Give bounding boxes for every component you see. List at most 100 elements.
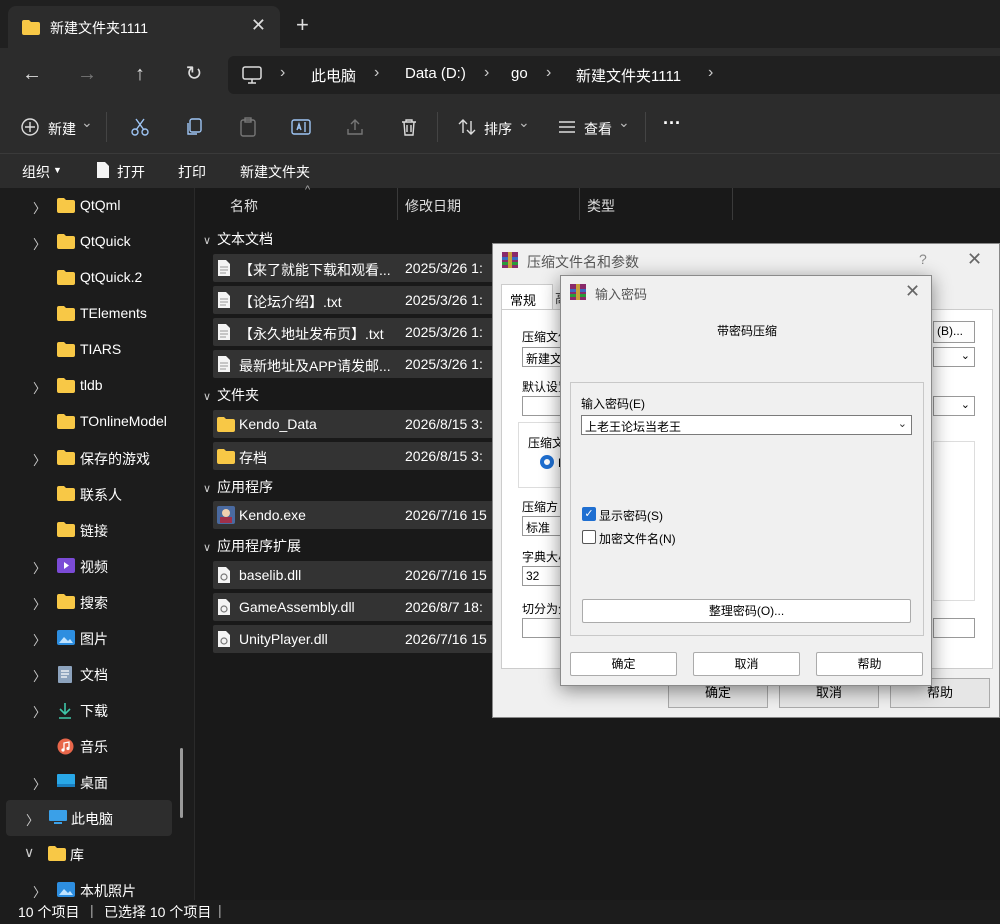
file-row[interactable]: 存档 2026/8/15 3: bbox=[213, 442, 503, 470]
file-row[interactable]: Kendo.exe 2026/7/16 15 bbox=[213, 501, 503, 529]
radio-rar[interactable] bbox=[540, 455, 554, 469]
ok-button[interactable]: 确定 bbox=[570, 652, 677, 676]
group-header[interactable]: ∨ 应用程序 bbox=[203, 477, 273, 497]
more-options-button[interactable]: ··· bbox=[663, 113, 681, 134]
chevron-down-icon[interactable]: ∨ bbox=[203, 542, 211, 554]
encrypt-filenames-label[interactable]: 加密文件名(N) bbox=[599, 530, 676, 547]
print-menu[interactable]: 打印 bbox=[178, 162, 206, 182]
open-menu[interactable]: 打开 bbox=[117, 162, 145, 182]
chevron-right-icon[interactable]: 〉 bbox=[33, 198, 46, 217]
file-row[interactable]: Kendo_Data 2026/8/15 3: bbox=[213, 410, 503, 438]
chevron-down-icon[interactable]: ⌄ bbox=[898, 417, 907, 430]
view-button[interactable]: 查看 bbox=[584, 119, 612, 139]
column-header-modified[interactable]: 修改日期 bbox=[405, 196, 461, 216]
sidebar-scrollbar[interactable] bbox=[180, 748, 183, 818]
browse-button[interactable]: (B)... bbox=[933, 321, 975, 343]
group-header[interactable]: ∨ 文本文档 bbox=[203, 229, 273, 249]
sort-button[interactable]: 排序 bbox=[484, 119, 512, 139]
sidebar-item[interactable]: 〉 下载 bbox=[0, 692, 176, 728]
sidebar-item[interactable]: 〉 搜索 bbox=[0, 584, 176, 620]
sidebar-item[interactable]: 〉 桌面 bbox=[0, 764, 176, 800]
chevron-right-icon[interactable]: 〉 bbox=[33, 666, 46, 685]
sidebar-item[interactable]: TIARS bbox=[0, 332, 176, 368]
tab-general[interactable]: 常规 bbox=[501, 284, 553, 310]
file-row[interactable]: GameAssembly.dll 2026/8/7 18: bbox=[213, 593, 503, 621]
breadcrumb-current[interactable]: 新建文件夹1111 bbox=[576, 65, 681, 86]
sidebar-item[interactable]: TElements bbox=[0, 296, 176, 332]
breadcrumb-this-pc[interactable]: 此电脑 bbox=[311, 65, 356, 86]
column-divider[interactable] bbox=[732, 188, 733, 220]
chevron-right-icon[interactable]: 〉 bbox=[33, 774, 46, 793]
refresh-button[interactable]: ↻ bbox=[182, 62, 206, 86]
sidebar-item[interactable]: 〉 QtQml bbox=[0, 188, 176, 224]
chevron-down-icon[interactable]: ∨ bbox=[203, 483, 211, 495]
chevron-down-icon[interactable]: ∨ bbox=[203, 391, 211, 403]
column-divider[interactable] bbox=[579, 188, 580, 220]
sidebar-item-library[interactable]: ∨ 库 bbox=[0, 836, 176, 872]
copy-icon[interactable] bbox=[184, 117, 204, 140]
sidebar-item-camera-roll[interactable]: 〉 本机照片 bbox=[0, 872, 176, 900]
chevron-right-icon[interactable]: 〉 bbox=[33, 450, 46, 469]
chevron-down-icon[interactable]: ∨ bbox=[24, 844, 34, 861]
sidebar-item[interactable]: 联系人 bbox=[0, 476, 176, 512]
show-password-checkbox[interactable]: ✓ bbox=[582, 507, 596, 521]
organize-menu[interactable]: 组织 bbox=[22, 162, 50, 182]
sidebar-item[interactable]: 〉 保存的游戏 bbox=[0, 440, 176, 476]
sidebar-item[interactable]: QtQuick.2 bbox=[0, 260, 176, 296]
chevron-right-icon[interactable]: 〉 bbox=[33, 558, 46, 577]
column-header-type[interactable]: 类型 bbox=[587, 196, 615, 216]
breadcrumb-data-drive[interactable]: Data (D:) bbox=[405, 65, 466, 82]
breadcrumb-go[interactable]: go bbox=[511, 65, 528, 82]
address-bar[interactable]: › 此电脑 › Data (D:) › go › 新建文件夹1111 › bbox=[228, 56, 1000, 94]
file-row[interactable]: 【永久地址发布页】.txt 2025/3/26 1: bbox=[213, 318, 503, 346]
sidebar-item[interactable]: 〉 文档 bbox=[0, 656, 176, 692]
delete-icon[interactable] bbox=[399, 117, 419, 140]
share-icon[interactable] bbox=[345, 117, 365, 140]
paste-icon[interactable] bbox=[238, 117, 258, 140]
new-button[interactable]: 新建 bbox=[48, 119, 76, 139]
archive-name-dropdown[interactable]: ⌄ bbox=[933, 347, 975, 367]
file-row[interactable]: baselib.dll 2026/7/16 15 bbox=[213, 561, 503, 589]
show-password-label[interactable]: 显示密码(S) bbox=[599, 507, 663, 524]
password-field[interactable] bbox=[933, 618, 975, 638]
tab-current-folder[interactable]: 新建文件夹1111 ✕ bbox=[8, 6, 280, 48]
help-button[interactable]: 帮助 bbox=[816, 652, 923, 676]
group-header[interactable]: ∨ 文件夹 bbox=[203, 385, 259, 405]
sidebar-item[interactable]: 〉 图片 bbox=[0, 620, 176, 656]
breadcrumb-separator[interactable]: › bbox=[708, 64, 713, 82]
chevron-right-icon[interactable]: 〉 bbox=[33, 594, 46, 613]
close-icon[interactable]: ✕ bbox=[967, 249, 982, 270]
close-tab-icon[interactable]: ✕ bbox=[251, 15, 266, 36]
close-icon[interactable]: ✕ bbox=[905, 281, 920, 302]
sidebar-item[interactable]: 链接 bbox=[0, 512, 176, 548]
column-divider[interactable] bbox=[397, 188, 398, 220]
sidebar-item-this-pc[interactable]: 〉 此电脑 bbox=[6, 800, 172, 836]
chevron-right-icon[interactable]: 〉 bbox=[33, 630, 46, 649]
group-header[interactable]: ∨ 应用程序扩展 bbox=[203, 536, 301, 556]
cut-icon[interactable] bbox=[130, 117, 150, 140]
chevron-right-icon[interactable]: 〉 bbox=[33, 234, 46, 253]
chevron-right-icon[interactable]: 〉 bbox=[26, 810, 39, 829]
new-folder-menu[interactable]: 新建文件夹 bbox=[240, 162, 310, 182]
forward-button[interactable]: → bbox=[75, 62, 99, 86]
file-row[interactable]: 【论坛介绍】.txt 2025/3/26 1: bbox=[213, 286, 503, 314]
chevron-down-icon[interactable]: ∨ bbox=[203, 235, 211, 247]
new-tab-button[interactable]: + bbox=[296, 12, 309, 38]
sidebar-item[interactable]: 音乐 bbox=[0, 728, 176, 764]
chevron-right-icon[interactable]: 〉 bbox=[33, 378, 46, 397]
update-mode-dropdown[interactable]: ⌄ bbox=[933, 396, 975, 416]
sidebar-item[interactable]: TOnlineModel bbox=[0, 404, 176, 440]
organize-passwords-button[interactable]: 整理密码(O)... bbox=[582, 599, 911, 623]
sidebar-item[interactable]: 〉 QtQuick bbox=[0, 224, 176, 260]
file-row[interactable]: 【来了就能下载和观看... 2025/3/26 1: bbox=[213, 254, 503, 282]
column-header-name[interactable]: 名称 bbox=[230, 196, 258, 216]
chevron-right-icon[interactable]: 〉 bbox=[33, 702, 46, 721]
cancel-button[interactable]: 取消 bbox=[693, 652, 800, 676]
encrypt-filenames-checkbox[interactable] bbox=[582, 530, 596, 544]
help-icon[interactable]: ? bbox=[919, 251, 927, 267]
sidebar-item[interactable]: 〉 视频 bbox=[0, 548, 176, 584]
back-button[interactable]: ← bbox=[20, 62, 44, 86]
up-button[interactable]: ↑ bbox=[128, 62, 152, 86]
file-row[interactable]: 最新地址及APP请发邮... 2025/3/26 1: bbox=[213, 350, 503, 378]
password-input[interactable]: 上老王论坛当老王 ⌄ bbox=[581, 415, 912, 435]
